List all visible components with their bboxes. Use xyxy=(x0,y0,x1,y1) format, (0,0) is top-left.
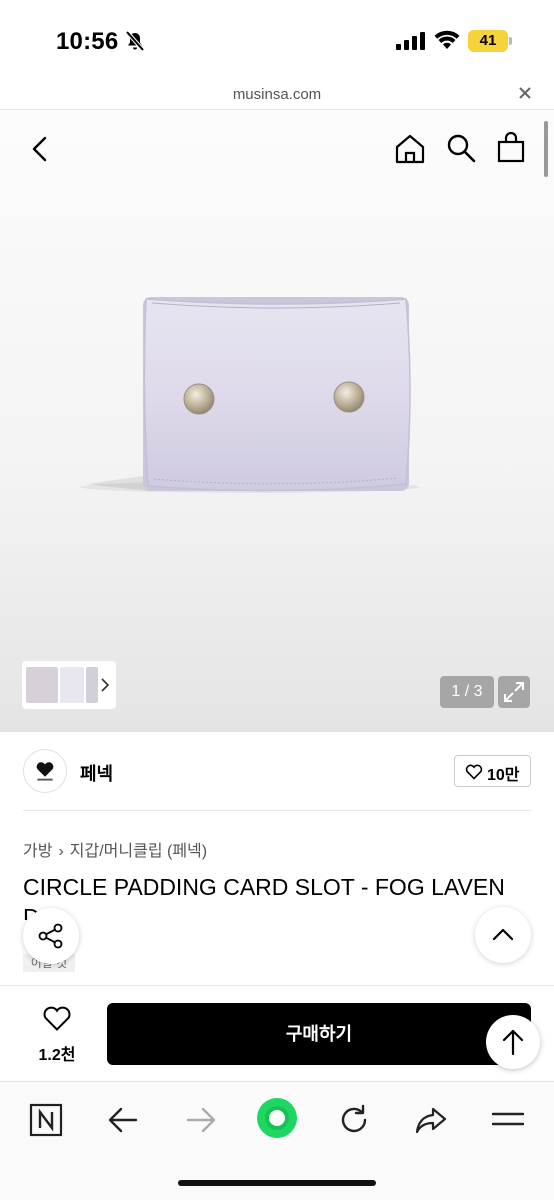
thumbnail-strip[interactable] xyxy=(22,661,116,709)
back-button[interactable] xyxy=(105,1102,141,1138)
shopping-bag-icon[interactable] xyxy=(496,131,526,163)
url-text[interactable]: musinsa.com xyxy=(0,86,554,103)
scroll-top-button[interactable] xyxy=(486,1015,540,1069)
forward-button[interactable] xyxy=(183,1102,219,1138)
reload-icon xyxy=(341,1104,367,1133)
wish-count: 1.2천 xyxy=(38,1047,76,1064)
home-indicator xyxy=(178,1180,376,1186)
share-page-button[interactable] xyxy=(413,1102,449,1138)
divider xyxy=(23,810,531,811)
brand-name[interactable]: 페넥 xyxy=(80,760,113,786)
wish-button[interactable]: 1.2천 xyxy=(26,1004,88,1064)
home-icon[interactable] xyxy=(394,133,426,165)
brand-logo[interactable] xyxy=(23,749,67,793)
breadcrumb-separator-icon: › xyxy=(58,843,64,860)
reload-button[interactable] xyxy=(336,1102,372,1138)
bell-muted-icon xyxy=(125,30,145,52)
expand-button[interactable] xyxy=(498,676,530,708)
search-icon[interactable] xyxy=(446,133,476,163)
close-icon[interactable] xyxy=(518,86,532,100)
back-chevron-icon[interactable] xyxy=(28,135,52,163)
heart-icon xyxy=(43,1006,71,1031)
breadcrumb-subcategory[interactable]: 지갑/머니클립 (페넥) xyxy=(70,843,207,860)
chevron-up-icon xyxy=(492,928,514,941)
brand-like-count: 10만 xyxy=(487,767,520,784)
arrow-up-icon xyxy=(502,1029,524,1056)
product-gallery[interactable]: 1 / 3 xyxy=(0,111,554,732)
naver-n-icon xyxy=(29,1103,63,1137)
share-button[interactable] xyxy=(23,908,79,964)
naver-button[interactable] xyxy=(28,1102,64,1138)
menu-button[interactable] xyxy=(490,1102,526,1138)
brand-like-button[interactable]: 10만 xyxy=(454,755,531,787)
status-time: 10:56 xyxy=(56,28,119,55)
share-arrow-icon xyxy=(415,1107,447,1134)
breadcrumb-category[interactable]: 가방 xyxy=(23,843,52,860)
breadcrumb: 가방 › 지갑/머니클립 (페넥) xyxy=(23,837,207,861)
buy-button[interactable]: 구매하기 xyxy=(107,1003,531,1065)
image-pager: 1 / 3 xyxy=(440,676,494,708)
menu-icon xyxy=(491,1112,525,1126)
product-image xyxy=(80,297,420,493)
browser-url-bar[interactable]: musinsa.com xyxy=(0,80,554,110)
signal-icon xyxy=(396,32,425,50)
thumbnail-2[interactable] xyxy=(60,667,84,703)
arrow-left-icon xyxy=(108,1107,138,1133)
status-bar: 10:56 41 xyxy=(0,0,554,80)
green-dot-button[interactable] xyxy=(255,1096,299,1140)
expand-icon xyxy=(504,682,524,702)
heart-logo-icon xyxy=(36,762,54,781)
collapse-button[interactable] xyxy=(475,907,531,963)
share-icon xyxy=(38,923,63,949)
chevron-right-icon[interactable] xyxy=(100,677,110,693)
battery-tip xyxy=(509,37,512,45)
green-dot-icon xyxy=(257,1098,297,1138)
thumbnail-3[interactable] xyxy=(86,667,98,703)
purchase-bar: 1.2천 구매하기 xyxy=(0,985,554,1081)
battery-level: 41 xyxy=(468,30,508,52)
scroll-indicator xyxy=(544,121,548,177)
wifi-icon xyxy=(434,30,460,49)
product-title: CIRCLE PADDING CARD SLOT - FOG LAVEN xyxy=(23,874,505,900)
arrow-right-icon xyxy=(186,1107,216,1133)
thumbnail-1[interactable] xyxy=(26,667,58,703)
heart-icon xyxy=(465,764,483,780)
